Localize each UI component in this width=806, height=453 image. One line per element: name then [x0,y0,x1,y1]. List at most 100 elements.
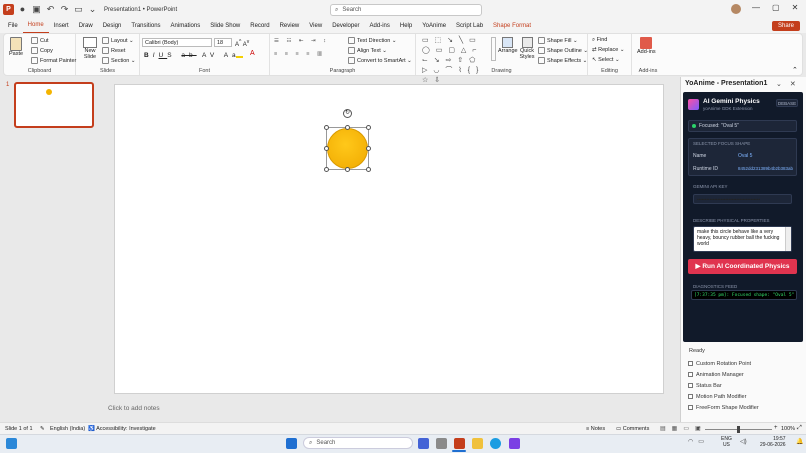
fit-slide-icon[interactable]: ⤢ [797,425,802,432]
tab-transitions[interactable]: Transitions [126,19,165,33]
physics-prompt-textarea[interactable]: make this circle behave like a very heav… [693,226,792,252]
cut-button[interactable]: Cut [31,37,49,44]
tab-help[interactable]: Help [395,19,417,33]
autosave-icon[interactable]: ● [17,4,28,15]
visual-studio-icon[interactable] [509,438,520,449]
rotate-handle-icon[interactable]: ↻ [343,109,352,118]
tab-file[interactable]: File [3,19,23,33]
font-format-buttons[interactable]: BIUS ab AV Aa [144,52,240,59]
paste-button[interactable]: Paste [9,37,23,57]
redo-icon[interactable]: ↷ [59,4,70,15]
option-freeform-shape-modifier[interactable]: FreeForm Shape Modifier [688,405,798,411]
replace-button[interactable]: ⇄ Replace ⌄ [592,47,624,53]
shapes-gallery[interactable]: ▭ ⬚ ↘ ╲ ▭ ◯ ▭ ▢ △ ⌐ ⌙ ↘ ⇨ ⇧ ⬠ ▷ ◡ ⌒ ⌇ { … [422,36,488,86]
find-button[interactable]: ⌕ Find [592,37,607,44]
reset-button[interactable]: Reset [102,47,125,54]
font-size-select[interactable]: 18 [214,38,232,47]
resize-handle-top-right[interactable] [366,125,371,130]
zoom-slider-thumb[interactable] [737,426,740,433]
convert-smartart-button[interactable]: Convert to SmartArt ⌄ [348,57,412,64]
zoom-in-icon[interactable]: + [774,425,778,431]
widgets-icon[interactable] [6,438,17,449]
resize-handle-bottom-right[interactable] [366,167,371,172]
tab-home[interactable]: Home [22,18,49,34]
edge-icon[interactable] [490,438,501,449]
save-icon[interactable]: ▣ [31,4,42,15]
font-name-select[interactable]: Calibri (Body) [142,38,212,47]
copilot-icon[interactable] [418,438,429,449]
powerpoint-taskbar-icon[interactable] [454,438,465,449]
shape-outline-button[interactable]: Shape Outline ⌄ [538,47,588,54]
comments-button[interactable]: ▭ Comments [616,426,649,432]
run-physics-button[interactable]: ▶ Run AI Coordinated Physics [688,259,797,274]
checkbox-icon[interactable] [688,394,693,400]
oval-shape[interactable] [327,128,368,169]
select-button[interactable]: ↖ Select ⌄ [592,57,620,63]
text-direction-button[interactable]: Text Direction ⌄ [348,37,396,44]
pane-options-icon[interactable]: ⌄ [776,80,782,88]
resize-handle-top-left[interactable] [324,125,329,130]
align-text-button[interactable]: Align Text ⌄ [348,47,387,54]
volume-icon[interactable]: ◁) [740,438,747,445]
share-button[interactable]: Share [772,21,800,31]
slide-canvas[interactable] [114,84,664,394]
pane-close-icon[interactable]: ✕ [790,80,796,88]
option-animation-manager[interactable]: Animation Manager [688,372,798,378]
api-key-input[interactable]: •••••••••••••••••••••••••••••••••••••••• [693,194,792,204]
file-explorer-icon[interactable] [472,438,483,449]
layout-button[interactable]: Layout ⌄ [102,37,134,44]
tab-design[interactable]: Design [98,19,127,33]
minimize-icon[interactable]: — [752,3,760,12]
language-status[interactable]: English (India) [50,426,85,432]
spelling-icon[interactable]: ✎ [40,426,45,432]
resize-handle-bottom-left[interactable] [324,167,329,172]
checkbox-icon[interactable] [688,361,693,367]
section-button[interactable]: Section ⌄ [102,57,136,64]
undo-icon[interactable]: ↶ [45,4,56,15]
accessibility-status[interactable]: ♿ Accessibility: Investigate [88,426,156,432]
collapse-ribbon-icon[interactable]: ⌃ [792,66,798,74]
shape-fill-button[interactable]: Shape Fill ⌄ [538,37,578,44]
tab-developer[interactable]: Developer [327,19,364,33]
checkbox-icon[interactable] [688,372,693,378]
notes-button[interactable]: ≡ Notes [586,426,605,432]
resize-handle-bottom[interactable] [345,167,350,172]
copy-button[interactable]: Copy [31,47,53,54]
tab-insert[interactable]: Insert [49,19,74,33]
battery-icon[interactable]: ▭ [698,438,704,445]
tab-record[interactable]: Record [245,19,274,33]
font-size-buttons[interactable]: A^ Av [235,39,249,48]
clock[interactable]: 19:57 29-06-2026 [760,436,786,448]
tab-shape-format[interactable]: Shape Format [488,19,536,33]
wifi-icon[interactable]: ◠ [688,438,693,445]
shapes-gallery-scroll[interactable] [491,37,496,61]
highlight-color-button[interactable] [236,52,243,58]
slide-thumbnail[interactable] [14,82,94,128]
tab-script-lab[interactable]: Script Lab [451,19,488,33]
new-slide-button[interactable]: New Slide [81,37,99,60]
task-view-icon[interactable] [436,438,447,449]
checkbox-icon[interactable] [688,383,693,389]
checkbox-icon[interactable] [688,405,693,411]
textarea-scrollbar[interactable] [785,227,791,251]
tab-add-ins[interactable]: Add-ins [365,19,395,33]
maximize-icon[interactable]: ▢ [772,3,780,12]
notifications-icon[interactable]: 🔔 [796,438,803,445]
input-language[interactable]: ENG US [721,436,732,448]
resize-handle-right[interactable] [366,146,371,151]
format-painter-button[interactable]: Format Painter [31,57,76,64]
close-icon[interactable]: ✕ [792,3,799,12]
tab-animations[interactable]: Animations [166,19,206,33]
avatar[interactable] [731,4,741,14]
option-motion-path-modifier[interactable]: Motion Path Modifier [688,394,798,400]
tab-yoanime[interactable]: YoAnime [417,19,451,33]
option-status-bar[interactable]: Status Bar [688,383,798,389]
option-custom-rotation-point[interactable]: Custom Rotation Point [688,361,798,367]
font-color-button[interactable]: A [250,50,255,57]
quick-styles-button[interactable]: Quick Styles [518,37,536,60]
arrange-button[interactable]: Arrange [498,37,518,54]
start-from-beginning-icon[interactable]: ▭ [73,4,84,15]
customize-quick-access-icon[interactable]: ⌄ [87,4,98,15]
tab-review[interactable]: Review [275,19,305,33]
tab-slide-show[interactable]: Slide Show [205,19,245,33]
